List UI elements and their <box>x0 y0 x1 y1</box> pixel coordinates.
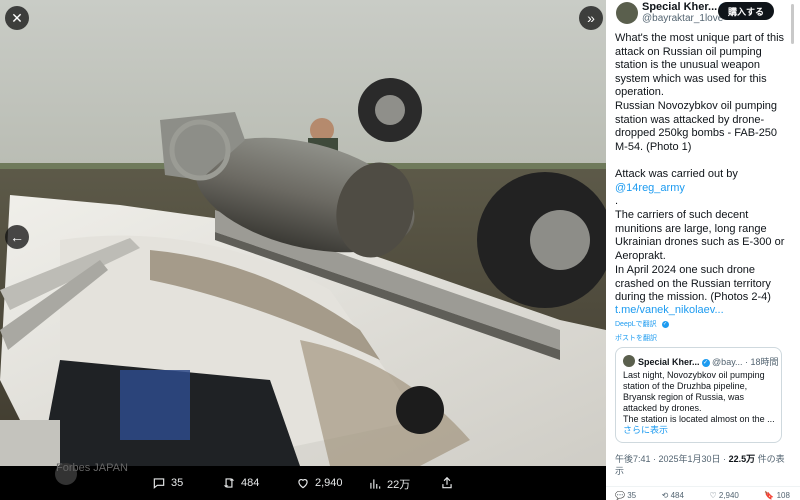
reply-count: 35 <box>171 477 184 489</box>
quoted-body: Last night, Novozybkov oil pumping stati… <box>623 370 775 424</box>
quoted-name: Special Kher... <box>638 357 700 367</box>
repost-icon <box>223 478 235 488</box>
paragraph-3-text: Attack was carried out by <box>615 168 738 180</box>
subscribe-button[interactable]: 購入する <box>718 2 774 20</box>
prev-photo-button[interactable]: ← <box>5 225 29 249</box>
share-action[interactable] <box>440 476 454 490</box>
quoted-text: Last night, Novozybkov oil pumping stati… <box>623 370 777 436</box>
deepl-label: DeepLで翻訳 <box>615 321 657 328</box>
panel-reply[interactable]: 💬 35 <box>615 491 636 500</box>
next-photo-button[interactable]: » <box>579 6 603 30</box>
tweet-paragraph-2: Russian Novozybkov oil pumping station w… <box>615 100 778 153</box>
panel-repost[interactable]: ⟲ 484 <box>662 491 684 500</box>
quoted-time: · 18時間 <box>745 357 779 367</box>
quoted-handle: @bay... <box>712 357 743 367</box>
translate-post-link[interactable]: ポストを翻訳 <box>615 333 657 343</box>
tweet-paragraph-5: In April 2024 one such drone crashed on … <box>615 264 771 303</box>
paragraph-3-period: . <box>615 195 619 207</box>
background-post: Forbes JAPAN <box>56 462 128 474</box>
views-count: 22万 <box>387 479 411 491</box>
bar-chart-icon <box>370 479 381 489</box>
scrollbar[interactable] <box>791 4 794 44</box>
close-icon: ✕ <box>11 10 23 26</box>
deepl-badge-icon: ✓ <box>661 320 669 328</box>
reply-action[interactable]: 35 <box>152 476 183 490</box>
author-handle[interactable]: @bayraktar_1love <box>642 13 723 24</box>
background-post-name: Forbes JAPAN <box>56 462 128 474</box>
tweet-paragraph-1: What's the most unique part of this atta… <box>615 32 785 98</box>
panel-like[interactable]: ♡ 2,940 <box>709 491 738 500</box>
panel-like-count: 2,940 <box>718 491 739 500</box>
tweet-paragraph-3: Attack was carried out by @14reg_army. <box>615 168 787 209</box>
panel-bookmark-count: 108 <box>776 491 790 500</box>
tweet-paragraph-4: The carriers of such decent munitions ar… <box>615 209 785 262</box>
quoted-header: Special Kher... ✓ @bay... · 18時間 <box>638 355 779 368</box>
tweet-photo[interactable] <box>0 0 606 466</box>
like-count: 2,940 <box>315 477 343 489</box>
chevron-right-icon: » <box>587 10 595 26</box>
divider <box>606 486 800 487</box>
repost-action[interactable]: 484 <box>222 476 259 490</box>
media-viewer: ✕ » ← Forbes JAPAN 35 484 2,940 22万 <box>0 0 606 500</box>
panel-repost-count: 484 <box>670 491 684 500</box>
tweet-meta: 午後7:41 · 2025年1月30日 · 22.5万 件の表示 <box>615 453 787 477</box>
panel-reply-count: 35 <box>627 491 637 500</box>
author-name-text: Special Kher... <box>642 1 718 13</box>
share-icon <box>442 476 452 489</box>
repost-count: 484 <box>241 477 260 489</box>
telegram-link[interactable]: t.me/vanek_nikolaev... <box>615 304 787 318</box>
quoted-avatar <box>623 355 635 367</box>
mention-link[interactable]: @14reg_army <box>615 182 685 194</box>
show-more-link[interactable]: さらに表示 <box>623 425 668 435</box>
close-button[interactable]: ✕ <box>5 6 29 30</box>
views-action[interactable]: 22万 <box>368 476 410 492</box>
quoted-tweet[interactable]: Special Kher... ✓ @bay... · 18時間 Last nig… <box>615 347 782 443</box>
panel-bookmark[interactable]: 🔖 108 <box>764 491 790 500</box>
panel-action-row: 💬 35 ⟲ 484 ♡ 2,940 🔖 108 <box>615 491 790 500</box>
quoted-verified-icon: ✓ <box>701 359 710 367</box>
author-name[interactable]: Special Kher...✓ <box>642 1 730 13</box>
views-count-bold: 22.5万 <box>728 454 756 464</box>
reply-icon <box>153 478 165 489</box>
deepl-translate-link[interactable]: DeepLで翻訳 ✓ <box>615 319 669 329</box>
timestamp[interactable]: 午後7:41 · 2025年1月30日 · <box>615 454 729 464</box>
chevron-left-icon: ← <box>10 229 24 245</box>
like-action[interactable]: 2,940 <box>296 476 343 490</box>
heart-icon <box>298 479 308 489</box>
author-avatar[interactable] <box>616 2 638 24</box>
